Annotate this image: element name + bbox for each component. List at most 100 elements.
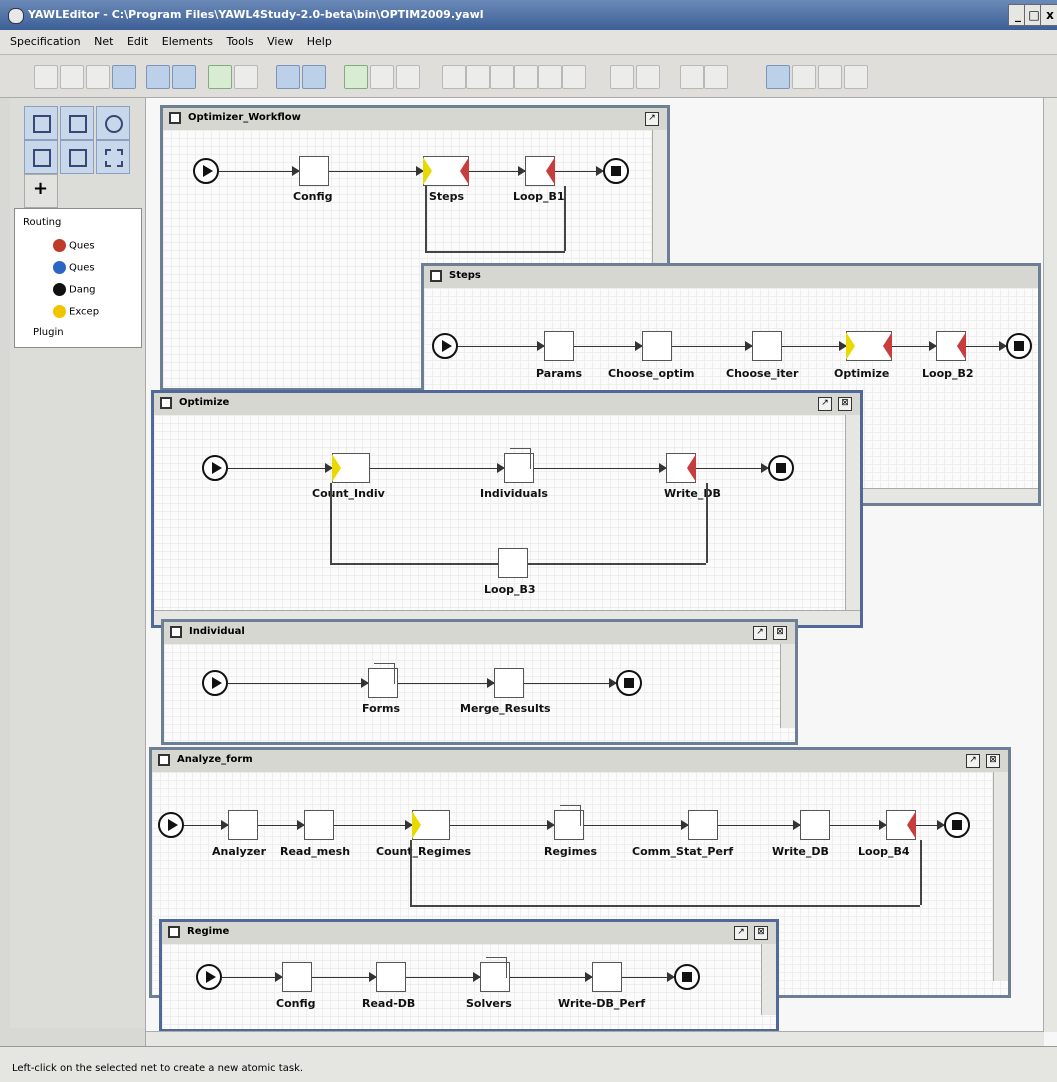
output-condition[interactable] [603,158,629,184]
task-params[interactable] [544,331,574,361]
close-net-button[interactable]: ⊠ [838,397,852,411]
close-button[interactable]: x [1040,4,1057,26]
zoom-out-icon[interactable] [844,65,868,89]
create-net-icon[interactable] [276,65,300,89]
delete-icon[interactable] [396,65,420,89]
align-right-icon[interactable] [490,65,514,89]
export-icon[interactable] [146,65,170,89]
input-condition[interactable] [196,964,222,990]
task-config-2[interactable] [282,962,312,992]
output-condition[interactable] [768,455,794,481]
input-condition[interactable] [432,333,458,359]
task-loop-b1[interactable] [525,156,555,186]
task-count-indiv[interactable] [332,453,370,483]
task-config[interactable] [299,156,329,186]
close-net-button[interactable]: ⊠ [986,754,1000,768]
marquee-tool[interactable] [96,140,130,174]
tree-item-question-2[interactable]: Ques [53,261,95,274]
align-center-icon[interactable] [466,65,490,89]
close-net-button[interactable]: ⊠ [754,926,768,940]
output-condition[interactable] [674,964,700,990]
canvas-horizontal-scrollbar[interactable] [146,1031,1044,1046]
import-icon[interactable] [172,65,196,89]
task-regimes[interactable] [554,805,584,840]
remove-net-icon[interactable] [302,65,326,89]
net-optimize[interactable]: Optimize ↗ ⊠ Count_Indiv Individuals Write… [151,390,863,628]
task-loop-b2[interactable] [936,331,966,361]
condition-tool[interactable] [96,106,130,140]
new-icon[interactable] [34,65,58,89]
menu-tools[interactable]: Tools [227,35,254,48]
output-condition[interactable] [616,670,642,696]
undo-icon[interactable] [344,65,368,89]
tree-routing[interactable]: Routing [23,217,61,228]
vertical-scrollbar[interactable] [993,772,1008,981]
menu-net[interactable]: Net [94,35,113,48]
align-left-icon[interactable] [442,65,466,89]
input-condition[interactable] [202,670,228,696]
save-icon[interactable] [112,65,136,89]
task-loop-b4[interactable] [886,810,916,840]
multiple-atomic-task-tool[interactable] [24,140,58,174]
align-bottom-icon[interactable] [562,65,586,89]
align-middle-icon[interactable] [538,65,562,89]
task-write-db[interactable] [666,453,696,483]
align-top-icon[interactable] [514,65,538,89]
task-merge-results[interactable] [494,668,524,698]
menu-help[interactable]: Help [307,35,332,48]
task-optimize[interactable] [846,331,892,361]
drag-tool[interactable]: + [24,174,58,208]
maximize-button[interactable]: ↗ [734,926,748,940]
task-individuals[interactable] [504,448,534,483]
task-comm-stat-perf[interactable] [688,810,718,840]
task-read-db[interactable] [376,962,406,992]
output-condition[interactable] [1006,333,1032,359]
save-disabled-icon[interactable] [86,65,110,89]
label-icon[interactable] [766,65,790,89]
task-read-mesh[interactable] [304,810,334,840]
net-canvas[interactable]: Optimizer_Workflow ↗ Config Steps Loop_B1… [145,98,1057,1046]
tree-item-question[interactable]: Ques [53,239,95,252]
open-icon[interactable] [60,65,84,89]
menu-elements[interactable]: Elements [162,35,213,48]
task-choose-iter[interactable] [752,331,782,361]
net-individual[interactable]: Individual ↗ ⊠ Forms Merge_Results [161,619,798,745]
tree-item-danger[interactable]: Dang [53,283,96,296]
output-condition[interactable] [944,812,970,838]
input-condition[interactable] [202,455,228,481]
task-forms[interactable] [368,663,398,698]
maximize-button[interactable]: ↗ [645,112,659,126]
close-net-button[interactable]: ⊠ [773,626,787,640]
multiple-composite-task-tool[interactable] [60,140,94,174]
menu-edit[interactable]: Edit [127,35,148,48]
tree-item-exception[interactable]: Excep [53,305,99,318]
task-steps[interactable] [423,156,469,186]
increase-size-icon[interactable] [680,65,704,89]
menu-specification[interactable]: Specification [10,35,81,48]
zoom-in-icon[interactable] [818,65,842,89]
zoom-actual-icon[interactable] [792,65,816,89]
task-write-db-perf[interactable] [592,962,622,992]
vertical-scrollbar[interactable] [780,644,795,728]
decoration-icon[interactable] [610,65,634,89]
vertical-scrollbar[interactable] [845,415,860,611]
tree-plugin[interactable]: Plugin [33,327,64,338]
maximize-button[interactable]: ↗ [753,626,767,640]
redo-icon[interactable] [370,65,394,89]
vertical-scrollbar[interactable] [761,944,776,1015]
analyse-icon[interactable] [234,65,258,89]
menu-view[interactable]: View [267,35,293,48]
cancel-icon[interactable] [636,65,660,89]
input-condition[interactable] [158,812,184,838]
atomic-task-tool[interactable] [24,106,58,140]
decrease-size-icon[interactable] [704,65,728,89]
task-solvers[interactable] [480,957,510,992]
task-count-regimes[interactable] [412,810,450,840]
task-analyzer[interactable] [228,810,258,840]
composite-task-tool[interactable] [60,106,94,140]
maximize-button[interactable]: ↗ [966,754,980,768]
validate-icon[interactable] [208,65,232,89]
task-loop-b3[interactable] [498,548,528,578]
canvas-vertical-scrollbar[interactable] [1043,98,1057,1032]
net-regime[interactable]: Regime ↗ ⊠ Config Read-DB Solvers Write-DB… [159,919,779,1032]
